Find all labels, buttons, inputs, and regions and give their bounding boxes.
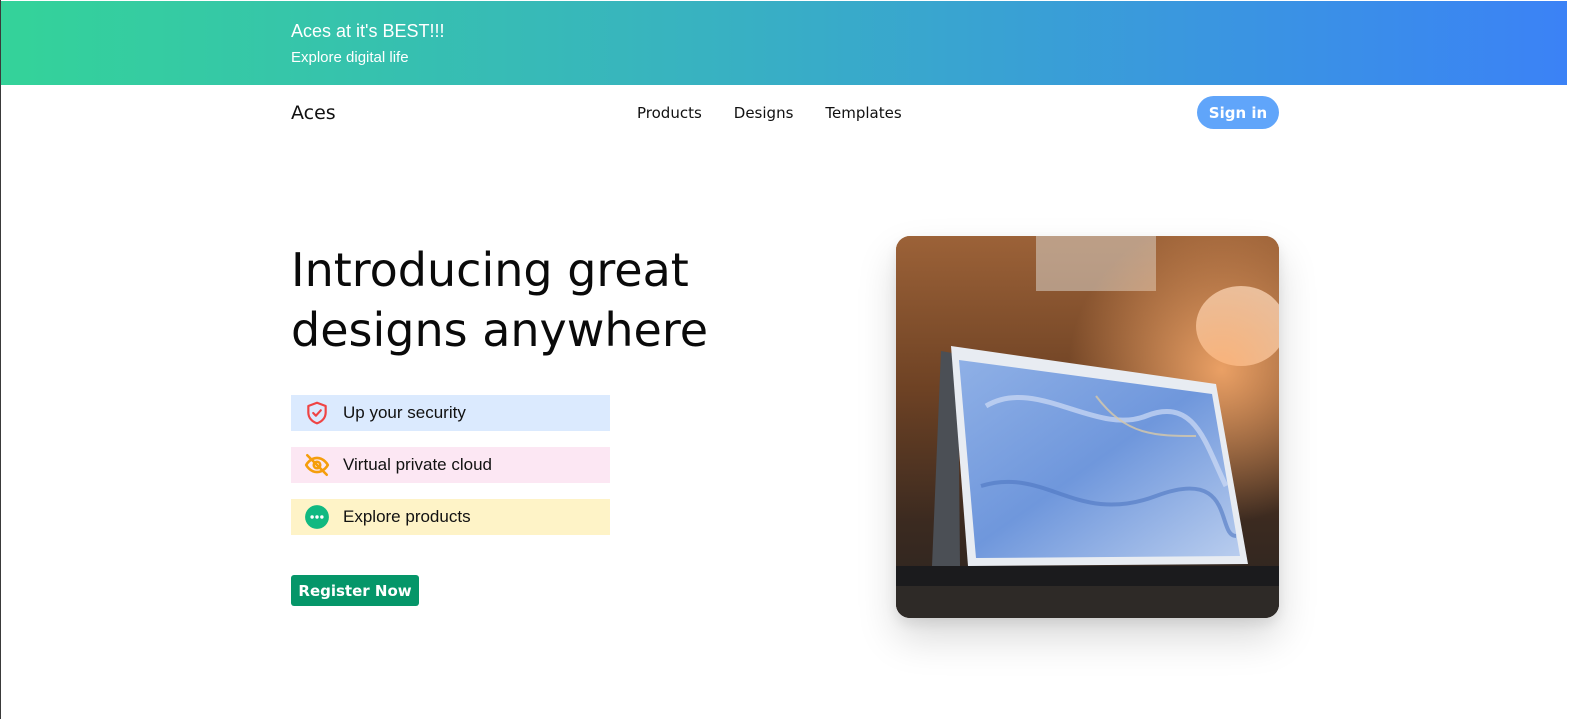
brand-logo[interactable]: Aces [291,102,336,124]
register-now-button[interactable]: Register Now [291,575,419,606]
feature-label: Explore products [343,507,471,526]
hero-laptop-image [896,236,1279,618]
nav-item-products[interactable]: Products [637,104,702,122]
main-nav: Products Designs Templates [637,104,902,122]
feature-security[interactable]: Up your security [291,395,610,431]
shield-check-icon [304,400,330,426]
feature-explore[interactable]: Explore products [291,499,610,535]
hero-title: Introducing great designs anywhere [291,243,709,357]
banner-title: Aces at it's BEST!!! [291,21,445,41]
dots-circle-icon [304,504,330,530]
banner-subtitle: Explore digital life [291,49,409,66]
top-banner: Aces at it's BEST!!! Explore digital lif… [1,1,1567,85]
sign-in-button[interactable]: Sign in [1197,96,1279,129]
feature-vpc[interactable]: Virtual private cloud [291,447,610,483]
feature-label: Up your security [343,403,466,422]
nav-item-designs[interactable]: Designs [734,104,794,122]
left-edge-line [0,0,1,719]
nav-item-templates[interactable]: Templates [825,104,901,122]
feature-label: Virtual private cloud [343,455,492,474]
eye-off-icon [304,452,330,478]
